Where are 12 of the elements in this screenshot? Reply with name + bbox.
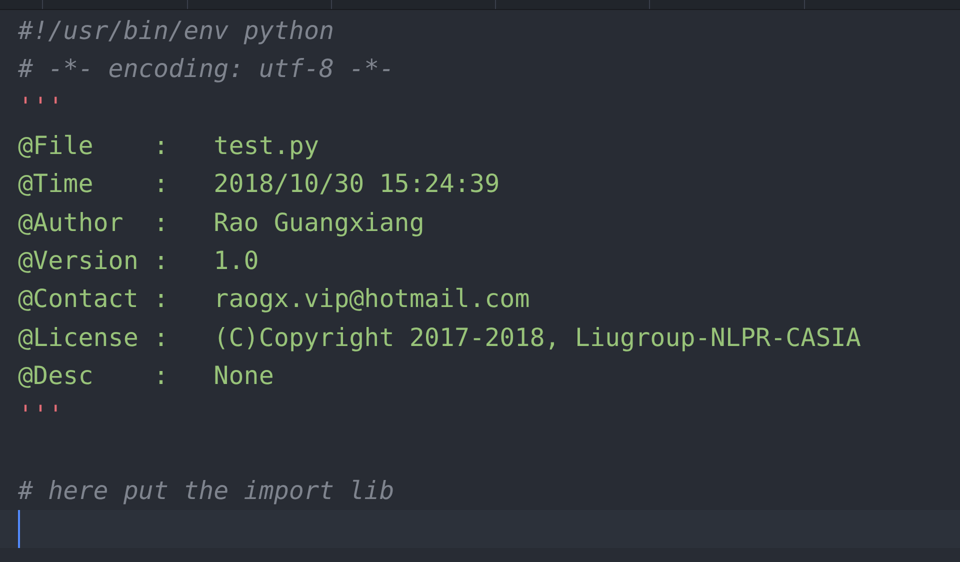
code-comment: # here put the import lib bbox=[18, 478, 394, 503]
docstring-line: @Desc : None bbox=[18, 363, 274, 388]
docstring-line: @File : test.py bbox=[18, 132, 320, 158]
code-comment: #!/usr/bin/env python bbox=[18, 18, 334, 43]
docstring-quotes: ''' bbox=[18, 402, 64, 427]
docstring-line: @Contact : raogx.vip@hotmail.com bbox=[18, 286, 530, 312]
docstring-line: @Version : 1.0 bbox=[18, 248, 259, 274]
code-comment: # -*- encoding: utf-8 -*- bbox=[18, 56, 394, 82]
docstring-quotes: ''' bbox=[18, 94, 64, 120]
docstring-line: @Time : 2018/10/30 15:24:39 bbox=[18, 171, 500, 196]
docstring-line: @License : (C)Copyright 2017-2018, Liugroup-NLPR-CASIA bbox=[18, 324, 861, 350]
docstring-line: @Author : Rao Guangxiang bbox=[18, 210, 424, 235]
